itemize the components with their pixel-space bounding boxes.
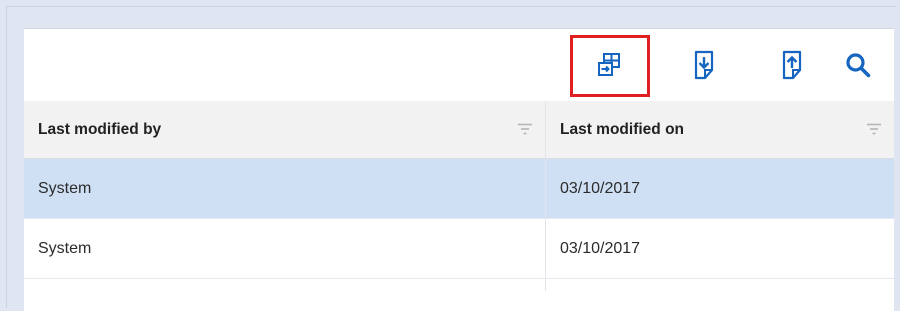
- table-row[interactable]: System 03/10/2017: [24, 219, 894, 279]
- cell-empty: [24, 279, 546, 291]
- data-grid: Last modified by Last modified on System…: [24, 101, 894, 291]
- column-header-label: Last modified on: [560, 120, 684, 138]
- filter-icon[interactable]: [517, 123, 533, 135]
- download-file-icon: [694, 50, 714, 80]
- cell-modified-on: 03/10/2017: [560, 179, 641, 197]
- search-icon: [846, 53, 871, 78]
- table-row[interactable]: System 03/10/2017: [24, 159, 894, 219]
- table-row-partial: [24, 279, 894, 291]
- search-button[interactable]: [842, 49, 874, 81]
- upload-file-icon: [782, 50, 802, 80]
- grid-toolbar: [24, 29, 894, 101]
- cell-empty: [546, 279, 894, 291]
- cell-modified-by: System: [24, 219, 546, 278]
- grid-panel: Last modified by Last modified on System…: [24, 28, 894, 311]
- split-view-button[interactable]: [594, 49, 626, 81]
- filter-icon[interactable]: [866, 123, 882, 135]
- cell-modified-by: System: [24, 159, 546, 218]
- column-header-last-modified-on[interactable]: Last modified on: [546, 101, 894, 158]
- cell-modified-on: 03/10/2017: [560, 239, 641, 257]
- split-view-icon: [598, 53, 620, 76]
- column-header-last-modified-by[interactable]: Last modified by: [24, 101, 546, 158]
- column-header-label: Last modified by: [38, 120, 162, 138]
- grid-header-row: Last modified by Last modified on: [24, 101, 894, 159]
- upload-button[interactable]: [776, 49, 808, 81]
- download-button[interactable]: [688, 49, 720, 81]
